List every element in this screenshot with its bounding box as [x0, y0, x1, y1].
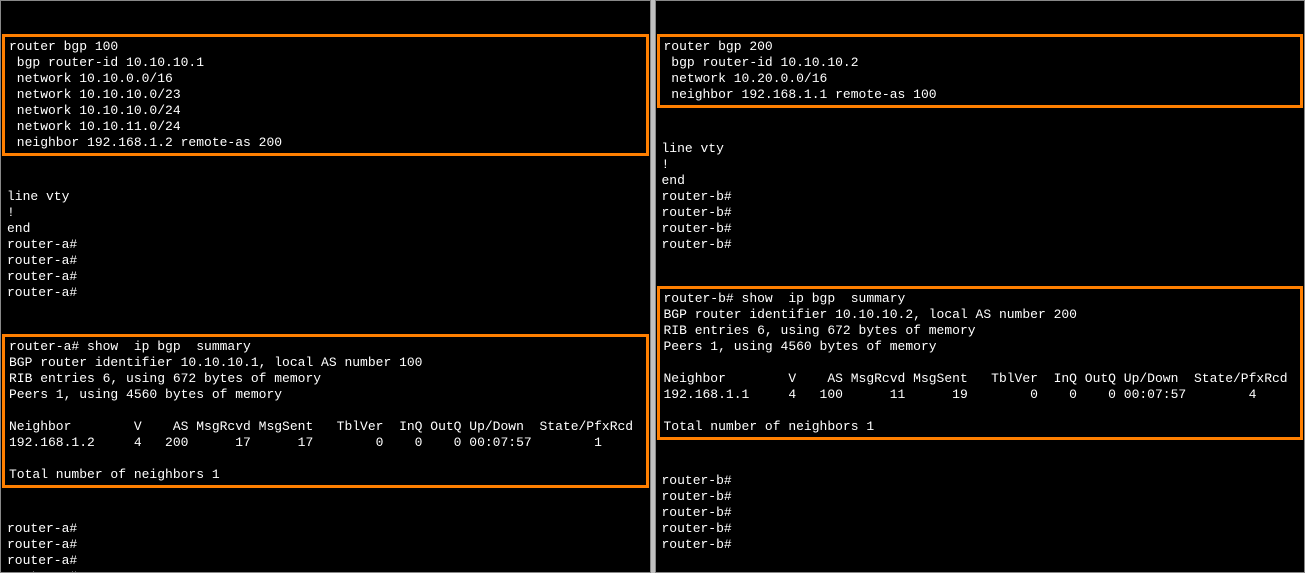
bgp-config-block-b: router bgp 200 bgp router-id 10.10.10.2 …: [657, 34, 1304, 108]
post-config-output-a: line vty ! end router-a# router-a# route…: [1, 189, 650, 301]
terminal-router-b[interactable]: router bgp 200 bgp router-id 10.10.10.2 …: [655, 0, 1305, 573]
bgp-summary-block-a: router-a# show ip bgp summary BGP router…: [2, 334, 649, 488]
post-summary-output-b: router-b# router-b# router-b# router-b# …: [656, 473, 1305, 553]
bgp-config-block-a: router bgp 100 bgp router-id 10.10.10.1 …: [2, 34, 649, 156]
bgp-summary-block-b: router-b# show ip bgp summary BGP router…: [657, 286, 1304, 440]
post-config-output-b: line vty ! end router-b# router-b# route…: [656, 141, 1305, 253]
terminal-router-a[interactable]: router bgp 100 bgp router-id 10.10.10.1 …: [0, 0, 651, 573]
post-summary-output-a: router-a# router-a# router-a# router-a# …: [1, 521, 650, 573]
